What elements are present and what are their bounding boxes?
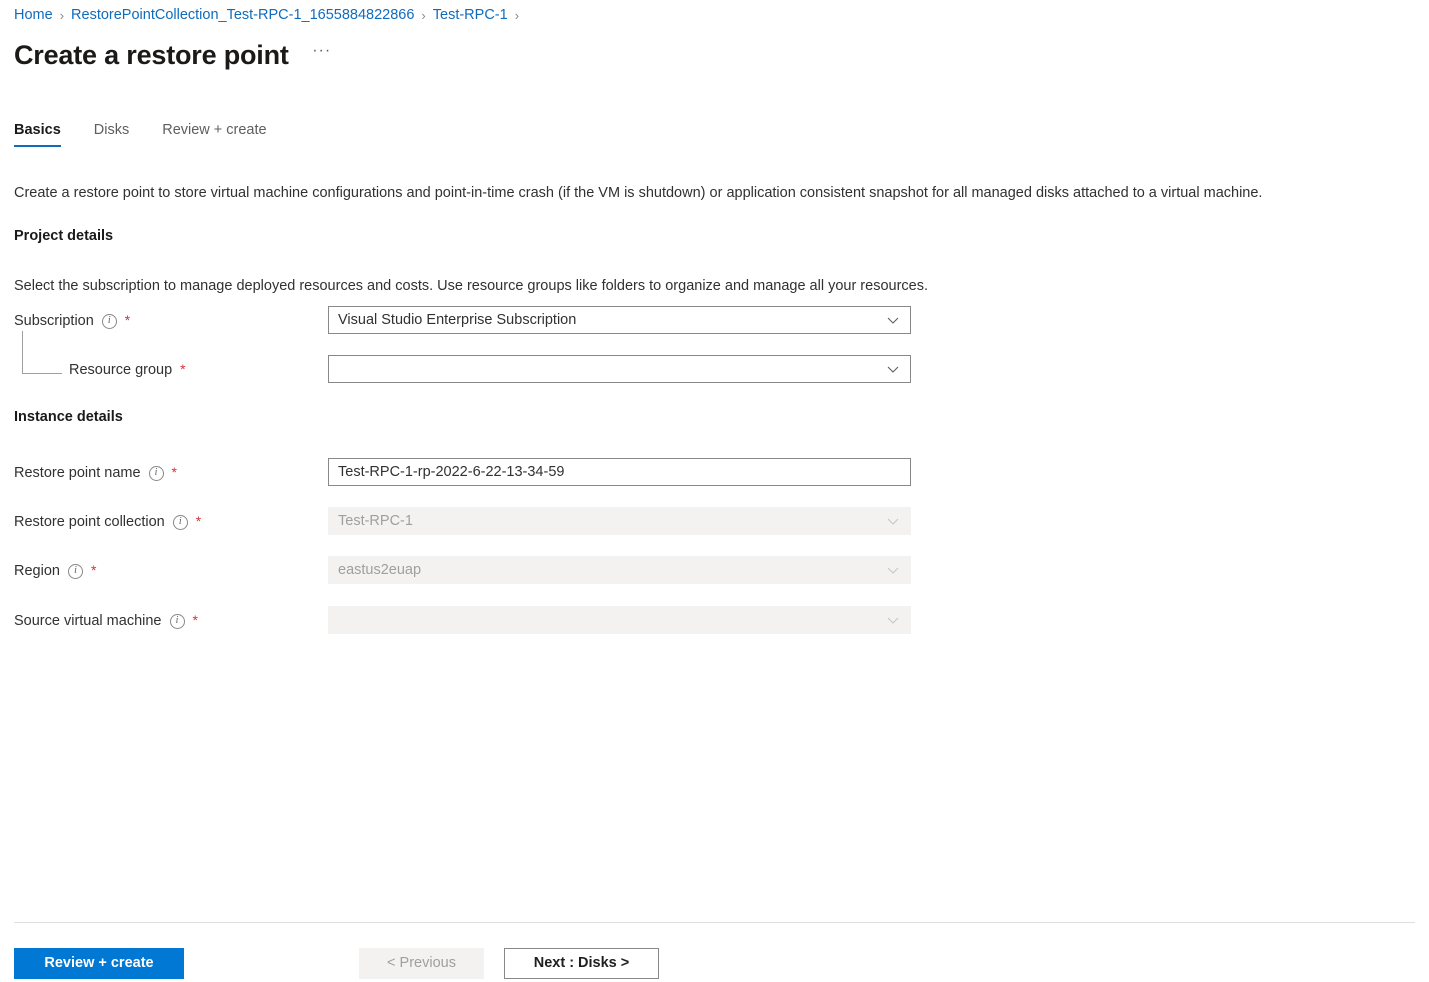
tab-bar: Basics Disks Review + create	[14, 122, 300, 156]
form-row-resource-group: Resource group *	[0, 355, 1000, 385]
subscription-dropdown[interactable]: Visual Studio Enterprise Subscription	[328, 306, 911, 334]
tab-disks[interactable]: Disks	[94, 122, 129, 147]
breadcrumb-chevron-icon: ›	[421, 8, 425, 23]
breadcrumb-chevron-icon: ›	[515, 8, 519, 23]
chevron-down-icon	[886, 613, 900, 627]
intro-description: Create a restore point to store virtual …	[14, 185, 1262, 201]
form-row-restore-point-name: Restore point name i * Test-RPC-1-rp-202…	[0, 458, 1000, 488]
breadcrumb-item-restore-point-collection[interactable]: RestorePointCollection_Test-RPC-1_165588…	[71, 7, 414, 23]
footer-divider	[14, 922, 1415, 923]
required-asterisk: *	[180, 362, 185, 376]
page-header: Create a restore point ···	[14, 38, 335, 72]
source-virtual-machine-label: Source virtual machine i *	[14, 606, 198, 636]
project-details-heading: Project details	[14, 228, 113, 244]
review-create-button[interactable]: Review + create	[14, 948, 184, 979]
breadcrumb-item-home[interactable]: Home	[14, 7, 53, 23]
restore-point-collection-label-text: Restore point collection	[14, 512, 165, 532]
previous-button: < Previous	[359, 948, 484, 979]
info-icon[interactable]: i	[102, 314, 117, 329]
subscription-label-text: Subscription	[14, 311, 94, 331]
breadcrumb: Home › RestorePointCollection_Test-RPC-1…	[14, 4, 526, 26]
required-asterisk: *	[193, 613, 198, 627]
restore-point-collection-dropdown: Test-RPC-1	[328, 507, 911, 535]
form-row-source-virtual-machine: Source virtual machine i *	[0, 606, 1000, 636]
info-icon[interactable]: i	[173, 515, 188, 530]
required-asterisk: *	[196, 514, 201, 528]
restore-point-name-label: Restore point name i *	[14, 458, 177, 488]
chevron-down-icon	[886, 362, 900, 376]
form-row-restore-point-collection: Restore point collection i * Test-RPC-1	[0, 507, 1000, 537]
required-asterisk: *	[91, 563, 96, 577]
source-virtual-machine-label-text: Source virtual machine	[14, 611, 162, 631]
restore-point-name-label-text: Restore point name	[14, 463, 141, 483]
form-row-region: Region i * eastus2euap	[0, 556, 1000, 586]
region-dropdown: eastus2euap	[328, 556, 911, 584]
project-details-description: Select the subscription to manage deploy…	[14, 278, 928, 294]
region-label-text: Region	[14, 561, 60, 581]
info-icon[interactable]: i	[68, 564, 83, 579]
chevron-down-icon	[886, 563, 900, 577]
restore-point-collection-label: Restore point collection i *	[14, 507, 201, 537]
region-label: Region i *	[14, 556, 96, 586]
instance-details-heading: Instance details	[14, 409, 123, 425]
source-virtual-machine-dropdown	[328, 606, 911, 634]
resource-group-label: Resource group *	[69, 355, 186, 385]
resource-group-dropdown[interactable]	[328, 355, 911, 383]
tab-basics[interactable]: Basics	[14, 122, 61, 147]
required-asterisk: *	[172, 465, 177, 479]
restore-point-name-input[interactable]: Test-RPC-1-rp-2022-6-22-13-34-59	[328, 458, 911, 486]
breadcrumb-chevron-icon: ›	[60, 8, 64, 23]
next-disks-button[interactable]: Next : Disks >	[504, 948, 659, 979]
footer-actions: Review + create < Previous Next : Disks …	[14, 947, 659, 979]
region-value: eastus2euap	[338, 562, 886, 578]
restore-point-collection-value: Test-RPC-1	[338, 513, 886, 529]
more-options-icon[interactable]: ···	[309, 42, 335, 68]
subscription-value: Visual Studio Enterprise Subscription	[338, 312, 886, 328]
resource-group-label-text: Resource group	[69, 360, 172, 380]
page-title: Create a restore point	[14, 38, 289, 72]
chevron-down-icon	[886, 514, 900, 528]
chevron-down-icon	[886, 313, 900, 327]
form-row-subscription: Subscription i * Visual Studio Enterpris…	[0, 306, 1000, 336]
info-icon[interactable]: i	[149, 466, 164, 481]
breadcrumb-item-test-rpc-1[interactable]: Test-RPC-1	[433, 7, 508, 23]
tab-review-create[interactable]: Review + create	[162, 122, 266, 147]
info-icon[interactable]: i	[170, 614, 185, 629]
restore-point-name-value: Test-RPC-1-rp-2022-6-22-13-34-59	[338, 464, 904, 480]
required-asterisk: *	[125, 313, 130, 327]
